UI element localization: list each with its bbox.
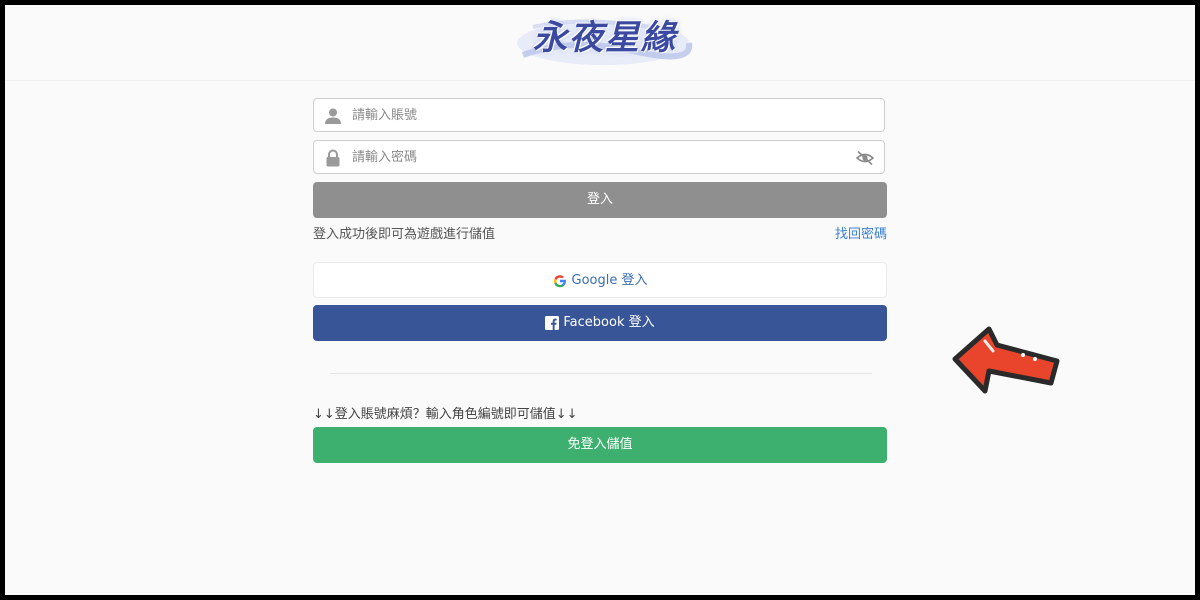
- page: 永夜星緣 請輸入賬號 請輸入密碼 登入 登入成功後即可為遊戲進行儲值 找回密碼 …: [5, 5, 1195, 595]
- divider: [330, 373, 872, 374]
- user-icon: [325, 108, 341, 124]
- account-field[interactable]: 請輸入賬號: [313, 98, 885, 132]
- facebook-login-label: Facebook 登入: [563, 315, 655, 330]
- google-login-button[interactable]: Google 登入: [313, 262, 887, 298]
- forgot-password-link[interactable]: 找回密碼: [831, 226, 887, 244]
- eye-slash-icon[interactable]: [856, 150, 874, 166]
- lock-icon: [326, 149, 340, 167]
- password-field[interactable]: 請輸入密碼: [313, 140, 885, 174]
- header: 永夜星緣: [5, 5, 1195, 81]
- pointer-arrow-icon: [952, 326, 1060, 394]
- login-note: 登入成功後即可為遊戲進行儲值: [313, 227, 496, 242]
- guest-hint: ↓↓登入賬號麻煩？輸入角色編號即可儲值↓↓: [313, 407, 578, 422]
- account-placeholder: 請輸入賬號: [352, 108, 418, 123]
- facebook-icon: [545, 316, 560, 330]
- guest-pay-button[interactable]: 免登入儲值: [313, 427, 887, 463]
- login-button[interactable]: 登入: [313, 182, 887, 218]
- game-logo: 永夜星緣: [533, 18, 677, 58]
- password-placeholder: 請輸入密碼: [352, 150, 418, 165]
- google-icon: [553, 275, 566, 288]
- facebook-login-button[interactable]: Facebook 登入: [313, 305, 887, 341]
- google-login-label: Google 登入: [571, 273, 648, 288]
